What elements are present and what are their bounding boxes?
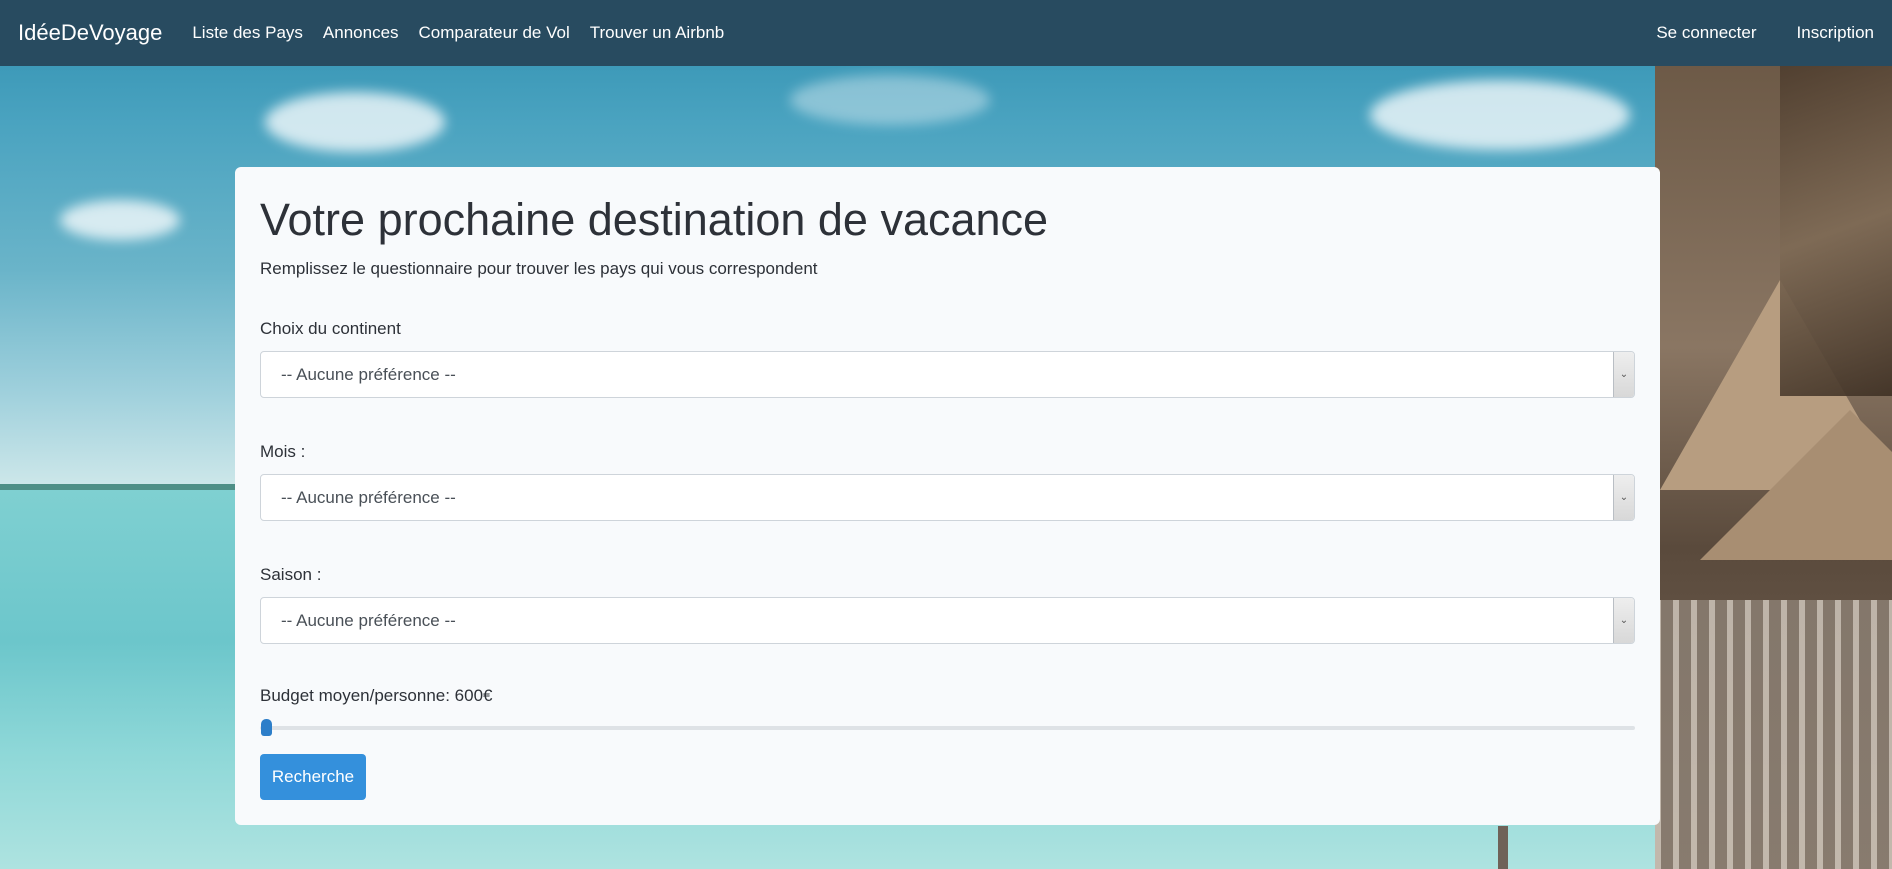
brand-logo[interactable]: IdéeDeVoyage xyxy=(18,20,162,46)
season-select-value: -- Aucune préférence -- xyxy=(281,610,456,630)
continent-select[interactable]: -- Aucune préférence -- ⌄ xyxy=(260,350,1635,398)
budget-label: Budget moyen/personne: 600€ xyxy=(260,685,493,705)
nav-link-comparateur-de-vol[interactable]: Comparateur de Vol xyxy=(419,23,570,43)
page-subtitle: Remplissez le questionnaire pour trouver… xyxy=(260,258,818,278)
nav-auth: Se connecter Inscription xyxy=(1616,23,1874,43)
month-group: Mois : -- Aucune préférence -- ⌄ xyxy=(260,442,1635,521)
month-select[interactable]: -- Aucune préférence -- ⌄ xyxy=(260,473,1635,521)
budget-group: Budget moyen/personne: 600€ xyxy=(260,686,1635,738)
nav-link-liste-des-pays[interactable]: Liste des Pays xyxy=(192,23,303,43)
season-group: Saison : -- Aucune préférence -- ⌄ xyxy=(260,565,1635,644)
continent-select-value: -- Aucune préférence -- xyxy=(281,364,456,384)
nav-link-annonces[interactable]: Annonces xyxy=(323,23,399,43)
chevron-down-icon: ⌄ xyxy=(1613,351,1634,397)
budget-slider-thumb[interactable] xyxy=(261,718,272,736)
budget-slider[interactable] xyxy=(260,718,1635,738)
palm-leaves xyxy=(1780,66,1892,396)
chevron-down-icon: ⌄ xyxy=(1613,474,1634,520)
page-title: Votre prochaine destination de vacance xyxy=(260,194,1049,245)
cloud xyxy=(60,200,180,240)
month-select-value: -- Aucune préférence -- xyxy=(281,487,456,507)
search-button[interactable]: Recherche xyxy=(260,754,366,800)
hut-roof xyxy=(1700,410,1892,560)
cloud xyxy=(790,75,990,125)
wooden-post xyxy=(1498,826,1508,869)
continent-label: Choix du continent xyxy=(260,318,401,338)
season-label: Saison : xyxy=(260,564,322,584)
search-card: Votre prochaine destination de vacance R… xyxy=(235,167,1660,825)
login-link[interactable]: Se connecter xyxy=(1656,23,1756,43)
register-link[interactable]: Inscription xyxy=(1797,23,1874,43)
nav-links: Liste des Pays Annonces Comparateur de V… xyxy=(192,23,744,43)
chevron-down-icon: ⌄ xyxy=(1613,597,1634,643)
navbar: IdéeDeVoyage Liste des Pays Annonces Com… xyxy=(0,0,1892,66)
wooden-deck xyxy=(1655,600,1892,869)
season-select[interactable]: -- Aucune préférence -- ⌄ xyxy=(260,596,1635,644)
nav-link-trouver-un-airbnb[interactable]: Trouver un Airbnb xyxy=(590,23,725,43)
cloud xyxy=(265,92,445,152)
cloud xyxy=(1370,80,1630,150)
budget-slider-track xyxy=(260,725,1635,730)
continent-group: Choix du continent -- Aucune préférence … xyxy=(260,319,1635,398)
month-label: Mois : xyxy=(260,441,306,461)
